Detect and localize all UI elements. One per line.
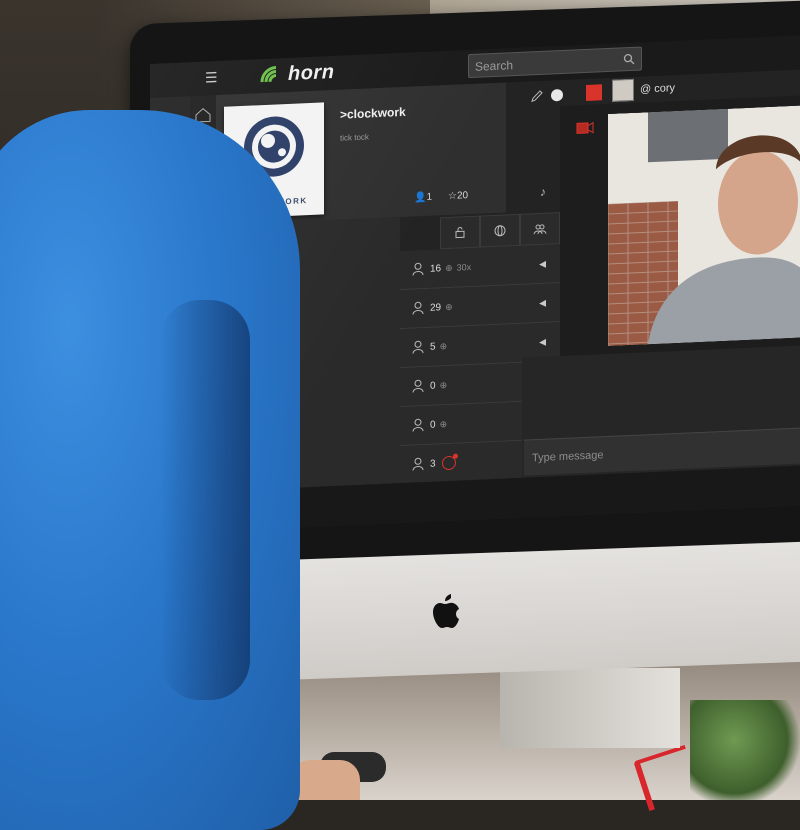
hoodie-shadow bbox=[160, 300, 250, 700]
listeners-count: 1 bbox=[426, 191, 433, 203]
current-user[interactable]: @ cory bbox=[612, 77, 675, 102]
horn-icon bbox=[260, 65, 277, 83]
add-icon[interactable]: ⊕ bbox=[445, 301, 453, 312]
video-panel bbox=[560, 95, 800, 357]
person-icon bbox=[412, 379, 424, 393]
room-toolbar bbox=[440, 212, 560, 250]
group-button[interactable] bbox=[520, 212, 560, 246]
person-icon bbox=[412, 340, 424, 354]
group-icon bbox=[533, 224, 547, 235]
video-feed[interactable] bbox=[608, 104, 800, 347]
stars-stat[interactable]: ☆20 bbox=[448, 190, 468, 202]
plant bbox=[690, 700, 800, 800]
add-icon[interactable]: ⊕ bbox=[440, 419, 448, 430]
unlock-button[interactable] bbox=[440, 215, 480, 250]
globe-button[interactable] bbox=[480, 213, 520, 248]
search-placeholder: Search bbox=[475, 58, 514, 74]
unlock-icon bbox=[455, 226, 465, 239]
person-icon bbox=[412, 301, 424, 315]
channel-subtitle: tick tock bbox=[340, 132, 369, 143]
current-user-name: @ cory bbox=[640, 82, 676, 96]
hand bbox=[290, 760, 360, 800]
globe-icon bbox=[494, 225, 506, 237]
listeners-stat: 👤1 bbox=[414, 191, 433, 204]
add-icon[interactable]: ⊕ bbox=[440, 341, 448, 352]
person-icon bbox=[412, 418, 424, 432]
logo-text: horn bbox=[288, 60, 335, 85]
apple-logo-icon bbox=[433, 594, 459, 628]
avatar bbox=[612, 78, 634, 102]
toggle-icon[interactable] bbox=[550, 88, 564, 103]
pencil-icon[interactable] bbox=[530, 89, 544, 104]
expand-arrow-icon[interactable]: ◀ bbox=[539, 297, 546, 308]
video-camera-icon[interactable] bbox=[576, 121, 594, 136]
room-count: 0 bbox=[430, 419, 436, 431]
room-count: 0 bbox=[430, 380, 436, 392]
app-logo[interactable]: horn bbox=[260, 60, 334, 87]
room-count: 5 bbox=[430, 341, 436, 353]
person-in-hoodie bbox=[0, 110, 300, 830]
channel-name: >clockwork bbox=[340, 104, 406, 122]
room-count: 29 bbox=[430, 301, 442, 314]
person-icon bbox=[412, 262, 424, 276]
expand-arrow-icon[interactable]: ◀ bbox=[539, 258, 546, 269]
menu-icon[interactable]: ☰ bbox=[205, 69, 219, 86]
room-count: 16 bbox=[430, 262, 442, 275]
record-indicator[interactable] bbox=[586, 84, 602, 101]
room-count: 3 bbox=[430, 458, 436, 470]
expand-arrow-icon[interactable]: ◀ bbox=[539, 336, 546, 347]
search-input[interactable]: Search bbox=[468, 46, 642, 79]
notification-badge[interactable] bbox=[441, 455, 456, 471]
person-icon bbox=[412, 457, 424, 471]
message-placeholder: Type message bbox=[532, 449, 604, 465]
add-icon[interactable]: ⊕ bbox=[445, 262, 453, 273]
room-extra: 30x bbox=[456, 261, 472, 273]
add-icon[interactable]: ⊕ bbox=[440, 380, 448, 391]
monitor-stand bbox=[500, 668, 680, 748]
search-icon[interactable] bbox=[623, 53, 635, 66]
music-icon[interactable]: ♪ bbox=[540, 185, 546, 199]
stars-count: 20 bbox=[456, 190, 469, 202]
